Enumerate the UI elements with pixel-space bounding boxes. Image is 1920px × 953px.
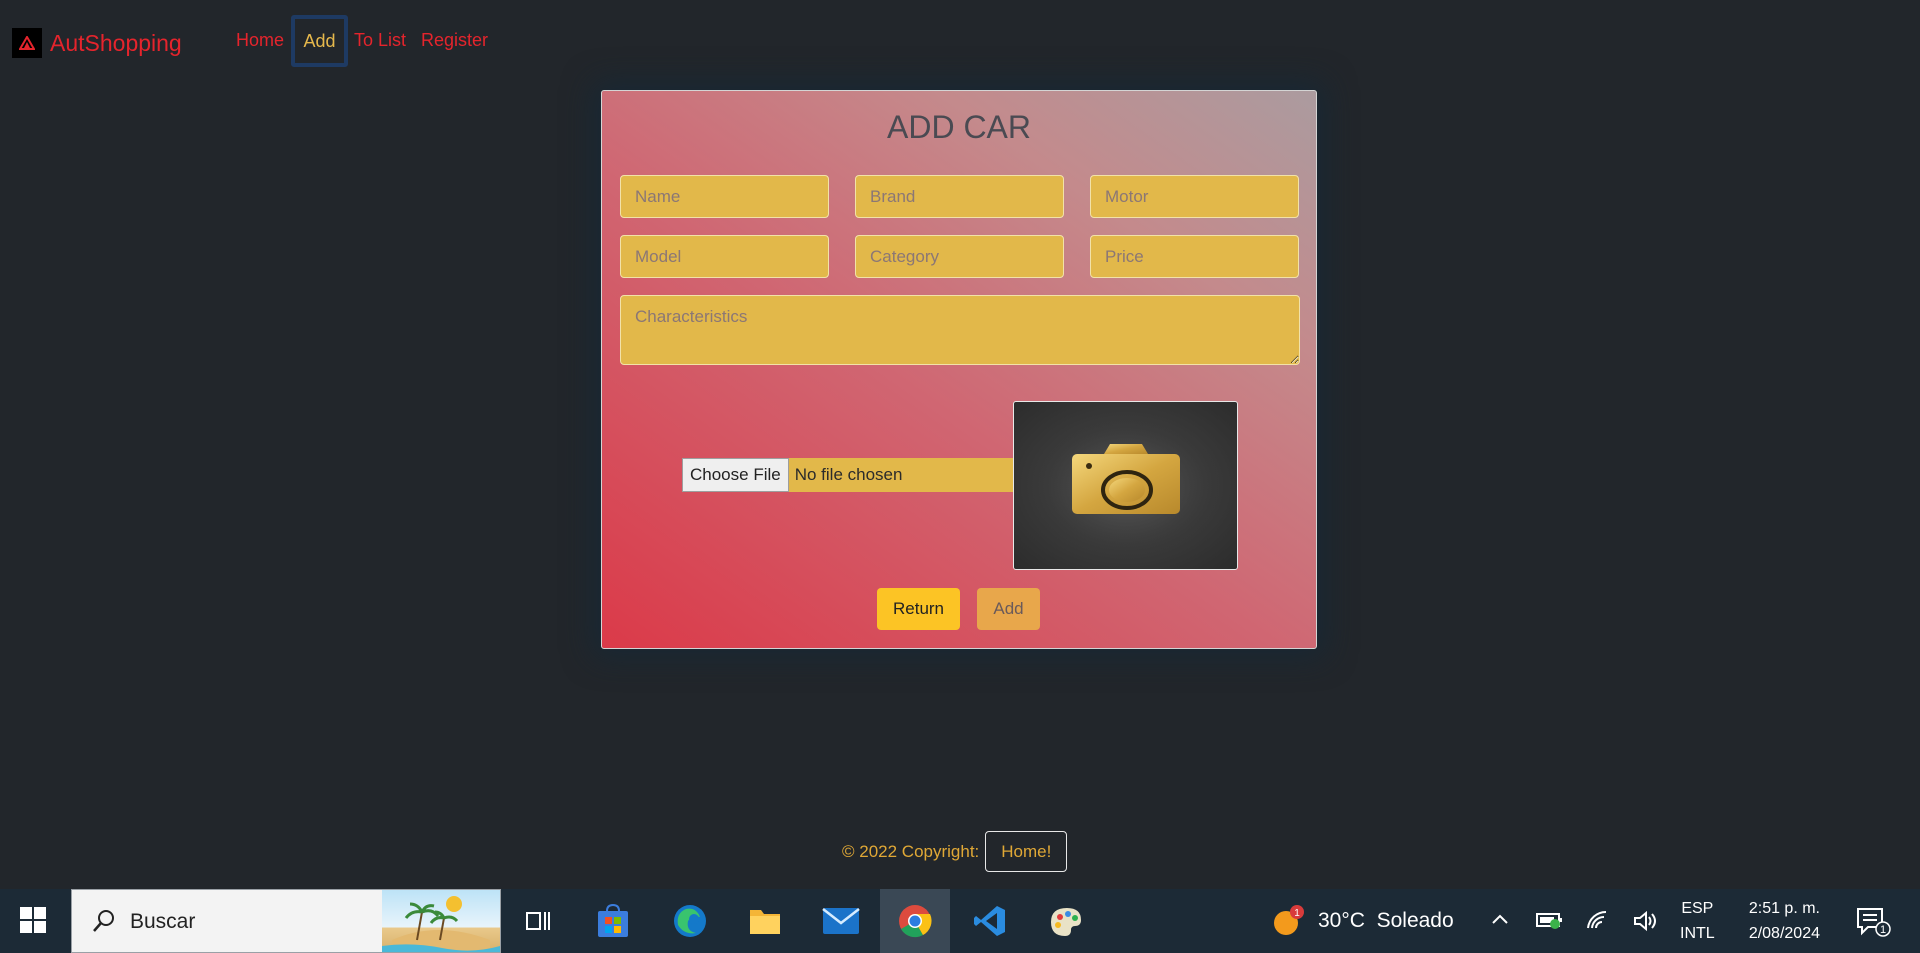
search-icon [93, 910, 114, 932]
svg-text:1: 1 [1294, 908, 1300, 919]
price-input[interactable] [1090, 235, 1299, 278]
nav-register-link[interactable]: Register [421, 30, 488, 51]
name-input[interactable] [620, 175, 829, 218]
clock[interactable]: 2:51 p. m. 2/08/2024 [1738, 896, 1820, 946]
mail-icon[interactable] [806, 889, 876, 953]
paint-icon[interactable] [1030, 889, 1100, 953]
file-status: No file chosen [788, 458, 1013, 492]
return-button[interactable]: Return [877, 588, 960, 630]
edge-browser-icon[interactable] [655, 889, 725, 953]
wifi-icon[interactable] [1586, 910, 1610, 937]
choose-file-button[interactable]: Choose File [682, 458, 789, 492]
nav-home-link[interactable]: Home [236, 30, 284, 51]
search-placeholder: Buscar [130, 910, 196, 933]
task-view-icon[interactable] [503, 889, 573, 953]
battery-icon[interactable] [1535, 910, 1563, 935]
image-preview [1013, 401, 1238, 570]
brand-name: AutShopping [50, 29, 182, 56]
copyright-text: © 2022 Copyright: [842, 841, 980, 861]
characteristics-textarea[interactable] [620, 295, 1300, 365]
taskbar: Buscar 1 30°C Soleado ESP INTL 2:51 p. m… [0, 889, 1920, 953]
model-input[interactable] [620, 235, 829, 278]
add-car-card: ADD CAR Choose File No file chosen [601, 90, 1317, 649]
file-input[interactable]: Choose File No file chosen [682, 458, 1013, 492]
language-code: ESP [1681, 900, 1714, 917]
search-highlight-image [382, 890, 500, 952]
footer: © 2022 Copyright: Home! [842, 831, 1068, 872]
clock-date: 2/08/2024 [1748, 925, 1820, 942]
nav-add-link[interactable]: Add [291, 15, 348, 67]
microsoft-store-icon[interactable] [578, 889, 648, 953]
show-hidden-icons-icon[interactable] [1490, 910, 1510, 935]
volume-icon[interactable] [1633, 910, 1657, 937]
brand-input[interactable] [855, 175, 1064, 218]
brand[interactable]: AutShopping [12, 28, 182, 58]
windows-start-icon[interactable] [20, 907, 46, 938]
file-explorer-icon[interactable] [730, 889, 800, 953]
brand-logo-icon [12, 28, 42, 58]
keyboard-layout: INTL [1680, 925, 1715, 942]
weather-text: 30°C Soleado [1318, 909, 1454, 932]
taskbar-search-box[interactable]: Buscar [71, 889, 501, 953]
navbar: AutShopping Home Add To List Register [0, 0, 1920, 80]
vscode-icon[interactable] [955, 889, 1025, 953]
language-indicator[interactable]: ESP INTL [1680, 896, 1715, 946]
form-title: ADD CAR [886, 109, 1031, 145]
sun-icon: 1 [1274, 905, 1304, 935]
motor-input[interactable] [1090, 175, 1299, 218]
camera-icon [1031, 417, 1221, 557]
notification-center-icon[interactable]: 1 [1856, 907, 1892, 942]
weather-widget[interactable]: 1 30°C Soleado [1272, 905, 1454, 937]
chrome-icon[interactable] [880, 889, 950, 953]
footer-home-button[interactable]: Home! [985, 831, 1068, 872]
clock-time: 2:51 p. m. [1748, 900, 1820, 917]
add-button[interactable]: Add [977, 588, 1040, 630]
svg-text:1: 1 [1880, 924, 1886, 936]
category-input[interactable] [855, 235, 1064, 278]
nav-to-list-link[interactable]: To List [354, 30, 406, 51]
